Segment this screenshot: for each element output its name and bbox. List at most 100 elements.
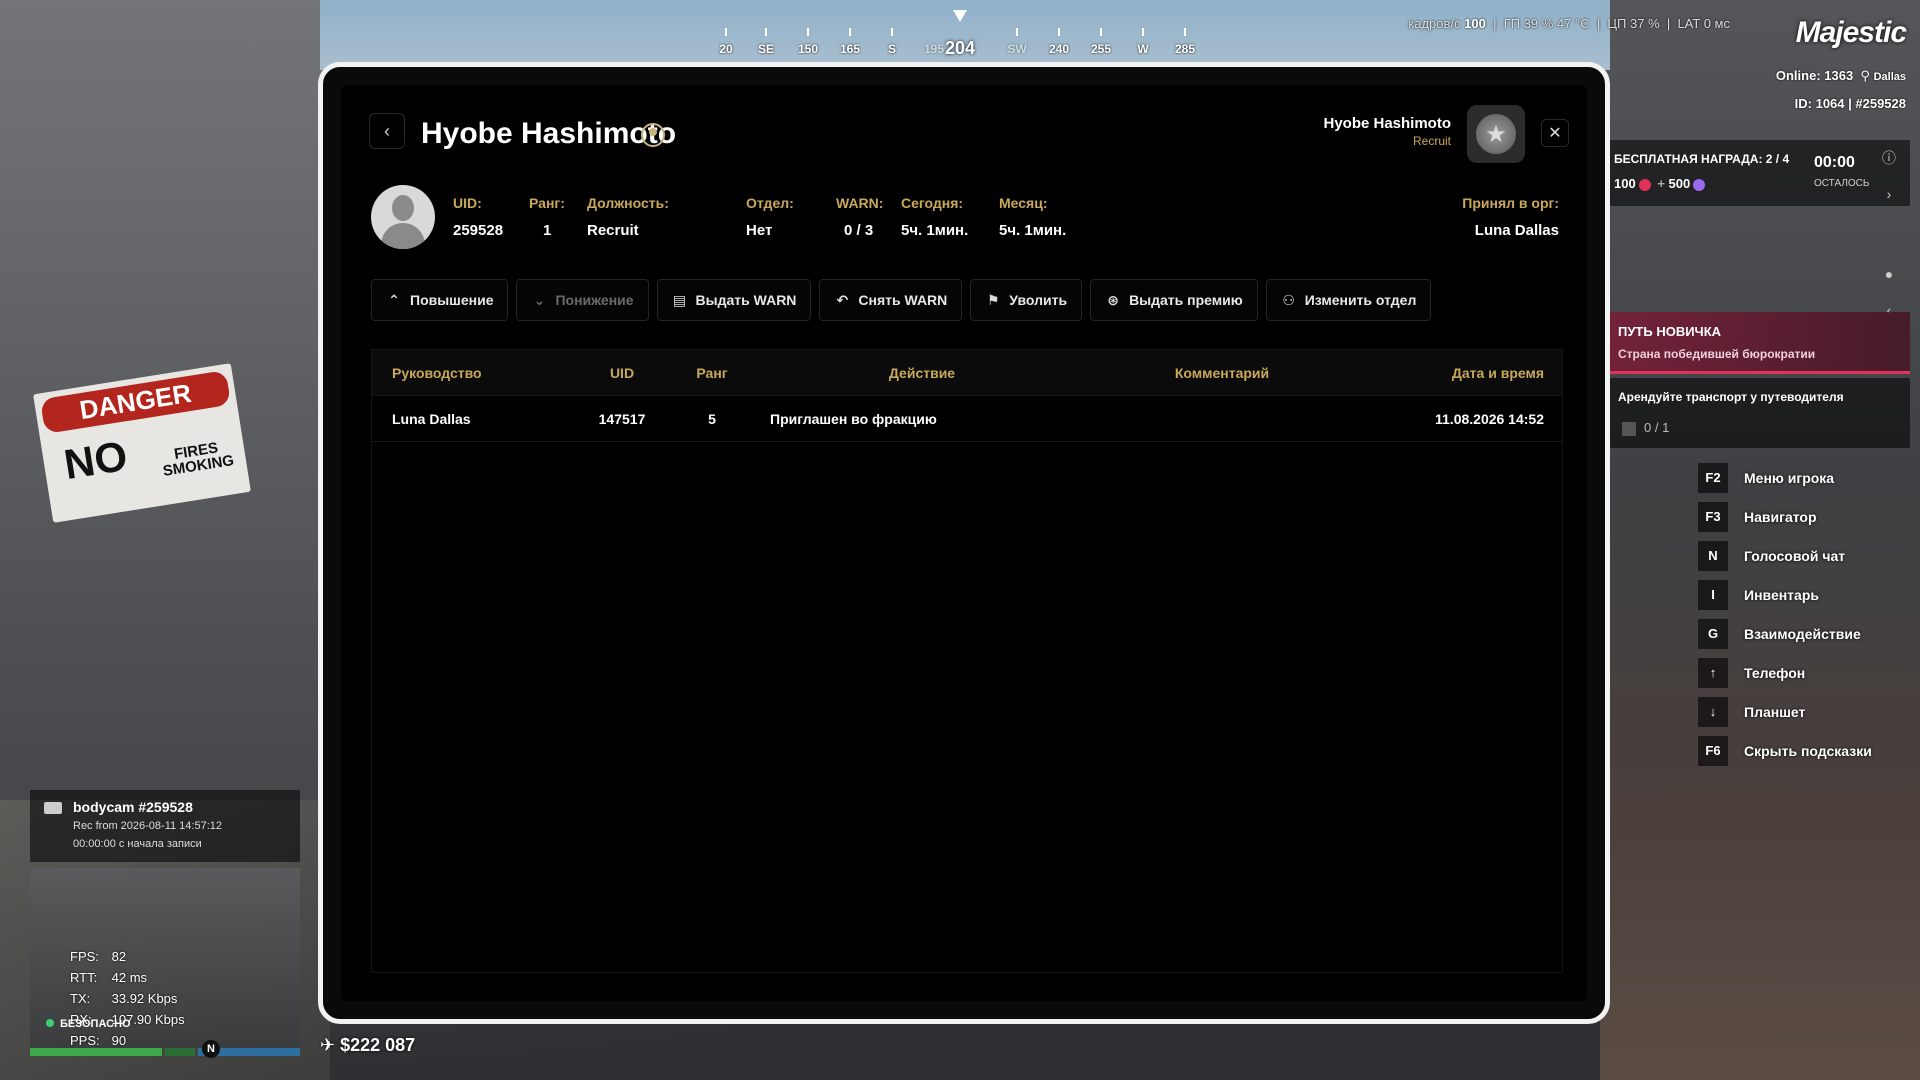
key-cap: F3 [1698,501,1728,532]
give-bonus-button[interactable]: ⊛ Выдать премию [1090,279,1258,321]
info-today: Сегодня: 5ч. 1мин. [901,195,969,239]
quest-panel: Арендуйте транспорт у путеводителя 0 / 1 [1610,378,1910,448]
bodycam-rec-time: Rec from 2026-08-11 14:57:12 [73,820,222,832]
info-warn: WARN: 0 / 3 [836,195,884,239]
hint-tablet: ↓ Планшет [1698,692,1918,731]
info-department: Отдел: Нет [746,195,794,239]
network-stats: FPS: 82 RTT: 42 ms TX: 33.92 Kbps RX: 10… [70,949,185,1048]
header-datetime: Дата и время [1451,364,1544,381]
compass-label: 150 [797,42,819,56]
player-id: ID: 1064 | #259528 [1794,96,1906,111]
safe-zone-status: БЕЗОПАСНО [46,1018,131,1030]
compass-pointer-icon [953,10,967,22]
gem-icon [1693,178,1706,191]
north-indicator: N [202,1040,220,1058]
compass-label: SW [1007,42,1027,56]
cell-action: Приглашен во фракцию [770,410,937,427]
hint-phone: ↑ Телефон [1698,653,1918,692]
money-balance: ✈ $222 087 [320,1035,416,1055]
chevron-right-icon[interactable]: › [1876,176,1902,212]
compass: 20 SE 150 165 S 195 204 SW 240 255 W 285 [700,0,1220,60]
header-action: Действие [888,364,956,381]
key-cap: N [1698,540,1728,571]
fire-button[interactable]: ⚑ Уволить [970,279,1083,321]
compass-label: 195 [923,42,945,56]
compass-label: 20 [719,42,733,56]
header-rank: Ранг [696,364,728,381]
bodycam-title: bodycam #259528 [73,799,193,815]
info-month: Месяц: 5ч. 1мин. [999,195,1067,239]
reward-timer: 00:00 [1814,154,1855,171]
demote-button[interactable]: ⌄ Понижение [516,279,649,321]
change-department-button[interactable]: ⚇ Изменить отдел [1265,279,1432,321]
chevron-up-icon: ⌃ [388,291,400,308]
compass-label: 285 [1174,42,1196,56]
fire-person-icon: ⚑ [987,291,1000,308]
reward-remaining-label: ОСТАЛОСЬ [1814,178,1870,189]
reward-title: БЕСПЛАТНАЯ НАГРАДА: 2 / 4 [1614,152,1790,166]
member-profile-modal: ‹ Hyobe Hashimoto Hyobe Hashimoto Recrui… [318,62,1610,1024]
camera-icon [44,802,62,814]
key-cap: ↑ [1698,657,1728,688]
remove-warn-button[interactable]: ↶ Снять WARN [819,279,963,321]
header-leader: Руководство [392,364,482,381]
rank-badge: ★ [1467,105,1525,163]
health-bar [30,1048,162,1056]
health-bar-secondary [165,1048,195,1056]
newbie-subtitle: Страна победившей бюрократии [1618,347,1816,361]
cell-rank: 5 [708,410,716,427]
info-icon[interactable]: ⓘ [1876,140,1902,176]
newbie-path-panel[interactable]: ПУТЬ НОВИЧКА Страна победившей бюрократи… [1610,312,1910,374]
hint-hide: F6 Скрыть подсказки [1698,731,1918,770]
info-rank: Ранг: 1 [529,195,565,239]
table-header: Руководство UID Ранг Действие Комментари… [372,350,1562,396]
star-icon: ★ [1476,114,1516,154]
back-button[interactable]: ‹ [369,113,405,149]
cell-datetime: 11.08.2026 14:52 [1435,410,1544,427]
current-user-name: Hyobe Hashimoto [1323,115,1451,132]
undo-icon: ↶ [836,291,849,308]
cash-icon: ✈ [320,1035,336,1055]
token-icon[interactable]: ● [1876,256,1902,292]
user-icon [641,123,665,147]
modal-content: ‹ Hyobe Hashimoto Hyobe Hashimoto Recrui… [341,85,1587,1001]
reward-values: 100 + 500 [1614,176,1708,191]
hint-player-menu: F2 Меню игрока [1698,458,1918,497]
give-warn-button[interactable]: ▤ Выдать WARN [656,279,812,321]
promote-button[interactable]: ⌃ Повышение [371,279,509,321]
online-count: Online: 1363 ⚲ Dallas [1775,68,1906,83]
key-cap: F6 [1698,735,1728,766]
newbie-title: ПУТЬ НОВИЧКА [1618,324,1722,339]
close-button[interactable]: ✕ [1541,119,1569,147]
history-table: Руководство UID Ранг Действие Комментари… [371,349,1563,973]
hint-voice-chat: N Голосовой чат [1698,536,1918,575]
side-icons: ⓘ › ● ‹ [1876,140,1906,328]
coin-icon [1638,178,1651,191]
performance-stats: кадров/с 100 | ГП 39 % 47 °C | ЦП 37 % |… [1408,16,1730,31]
compass-label: S [887,42,897,56]
key-hints: F2 Меню игрока F3 Навигатор N Голосовой чат… [1698,458,1918,770]
cell-uid: 147517 [598,410,646,427]
compass-label: 240 [1048,42,1070,56]
compass-label: 255 [1090,42,1112,56]
header-uid: UID [609,364,635,381]
avatar [371,185,435,249]
compass-heading: 204 [944,38,976,58]
quest-text: Арендуйте транспорт у путеводителя [1618,390,1844,404]
majestic-logo: Majestic [1795,16,1907,49]
free-reward-panel[interactable]: БЕСПЛАТНАЯ НАГРАДА: 2 / 4 100 + 500 00:0… [1610,140,1910,206]
current-user: Hyobe Hashimoto Recruit [1323,115,1451,148]
info-position: Должность: Recruit [587,195,669,239]
org-chart-icon: ⚇ [1282,291,1295,308]
hint-inventory: I Инвентарь [1698,575,1918,614]
chevron-left-icon: ‹ [384,120,390,141]
key-cap: F2 [1698,462,1728,493]
coin-icon: ⊛ [1107,291,1119,308]
info-accepted-by: Принял в орг: Luna Dallas [1462,195,1559,239]
cell-leader: Luna Dallas [392,410,471,427]
key-cap: ↓ [1698,696,1728,727]
current-user-rank: Recruit [1412,134,1451,148]
key-cap: G [1698,618,1728,649]
table-row[interactable]: Luna Dallas 147517 5 Приглашен во фракци… [372,396,1562,442]
hint-navigator: F3 Навигатор [1698,497,1918,536]
